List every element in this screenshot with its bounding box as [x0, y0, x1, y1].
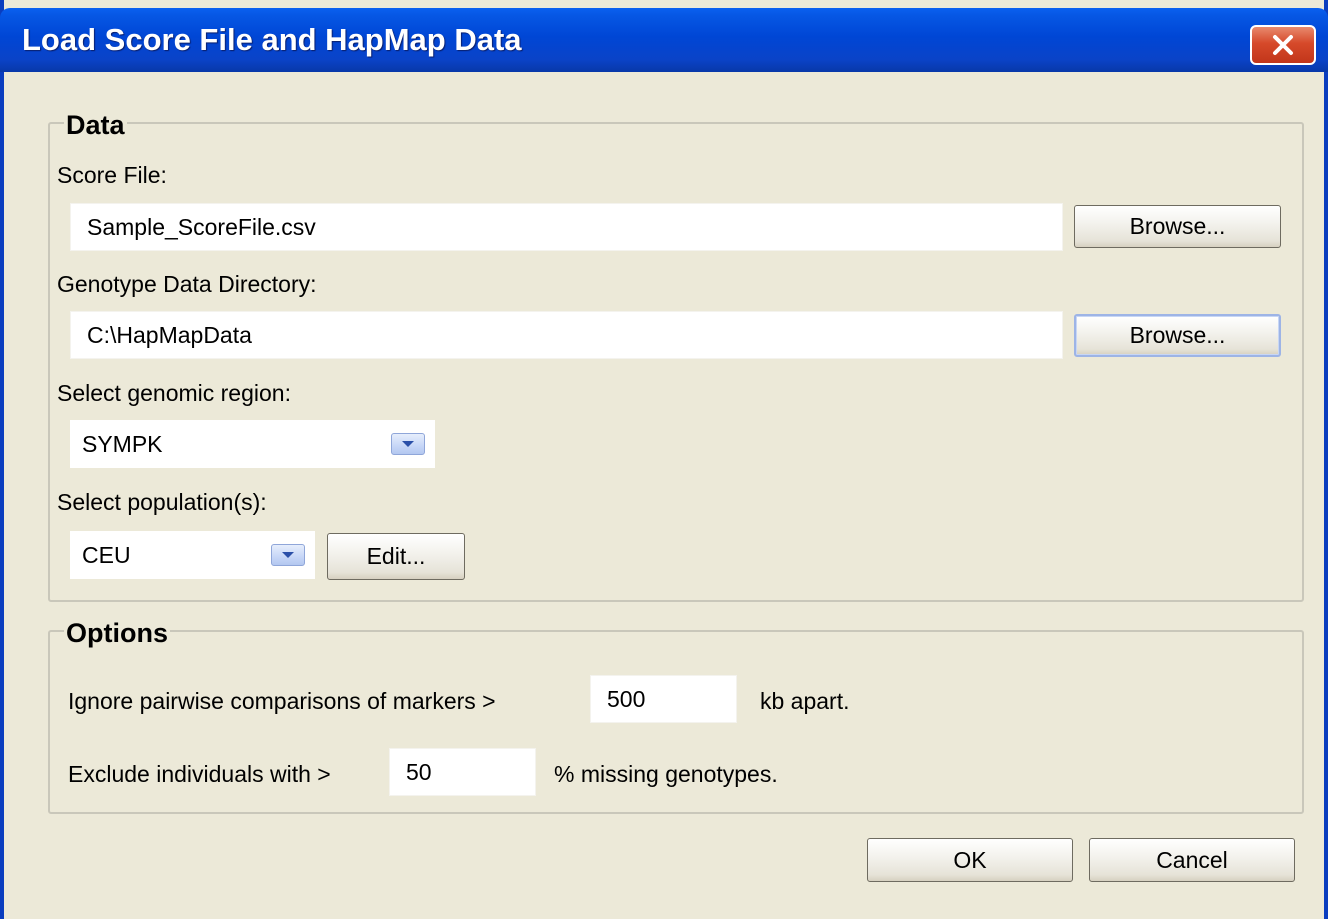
chevron-down-icon: [282, 552, 294, 558]
options-group-legend: Options: [64, 618, 170, 648]
ok-button[interactable]: OK: [867, 838, 1073, 882]
genotype-dir-browse-button[interactable]: Browse...: [1074, 314, 1281, 357]
genotype-dir-label: Genotype Data Directory:: [57, 271, 317, 297]
dialog-window: Load Score File and HapMap Data Data Sco…: [0, 0, 1328, 919]
population-edit-button[interactable]: Edit...: [327, 533, 465, 580]
missing-threshold-input[interactable]: 50: [389, 748, 536, 796]
genomic-region-dropdown-button[interactable]: [391, 433, 425, 455]
genomic-region-value: SYMPK: [82, 431, 163, 457]
population-dropdown-button[interactable]: [271, 544, 305, 566]
genomic-region-label: Select genomic region:: [57, 380, 291, 406]
pairwise-prefix-label: Ignore pairwise comparisons of markers >: [68, 688, 496, 714]
pairwise-distance-value: 500: [607, 686, 646, 712]
score-file-value: Sample_ScoreFile.csv: [87, 214, 316, 240]
chevron-down-icon: [402, 441, 414, 447]
data-group: [48, 122, 1304, 602]
genotype-dir-field[interactable]: C:\HapMapData: [70, 311, 1063, 359]
close-icon: [1273, 35, 1293, 55]
population-select[interactable]: CEU: [70, 531, 315, 579]
data-group-legend: Data: [64, 110, 127, 140]
pairwise-distance-input[interactable]: 500: [590, 675, 737, 723]
window-title: Load Score File and HapMap Data: [22, 22, 522, 57]
missing-suffix-label: % missing genotypes.: [554, 761, 778, 787]
cancel-button[interactable]: Cancel: [1089, 838, 1295, 882]
score-file-field[interactable]: Sample_ScoreFile.csv: [70, 203, 1063, 251]
score-file-label: Score File:: [57, 162, 167, 188]
pairwise-suffix-label: kb apart.: [760, 688, 850, 714]
close-button[interactable]: [1250, 25, 1316, 65]
population-value: CEU: [82, 542, 131, 568]
genotype-dir-value: C:\HapMapData: [87, 322, 252, 348]
population-label: Select population(s):: [57, 489, 267, 515]
missing-prefix-label: Exclude individuals with >: [68, 761, 331, 787]
genomic-region-select[interactable]: SYMPK: [70, 420, 435, 468]
missing-threshold-value: 50: [406, 759, 432, 785]
score-file-browse-button[interactable]: Browse...: [1074, 205, 1281, 248]
title-bar[interactable]: Load Score File and HapMap Data: [0, 8, 1328, 72]
